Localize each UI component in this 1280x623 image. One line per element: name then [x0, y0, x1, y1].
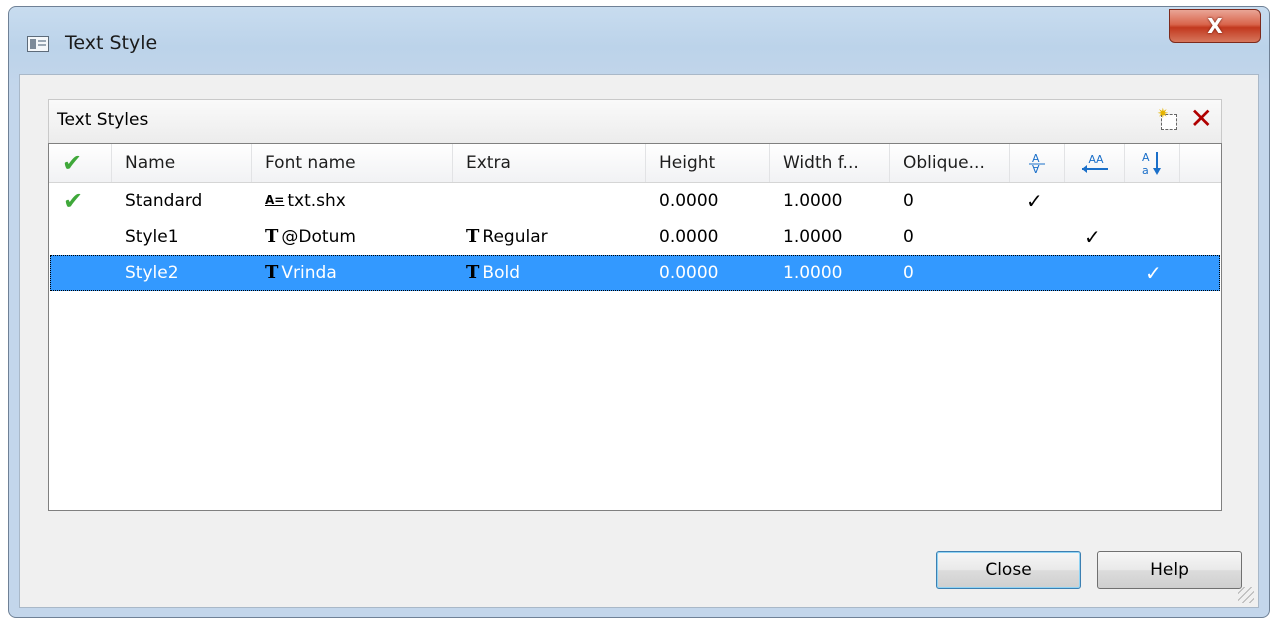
column-header-extra[interactable]: Extra — [453, 144, 646, 182]
cell-oblique: 0 — [903, 191, 914, 211]
cell-width-factor: 1.0000 — [783, 227, 843, 247]
upside-down-icon[interactable]: AA — [1010, 144, 1065, 182]
current-style-check-icon — [50, 255, 113, 291]
sparkle-icon: ✷ — [1157, 106, 1169, 122]
window-title: Text Style — [65, 32, 158, 54]
extra-text: Regular — [482, 227, 548, 247]
vertical-icon[interactable]: Aa — [1125, 144, 1180, 182]
cell-name: Standard — [125, 191, 203, 211]
cell-height: 0.0000 — [659, 191, 719, 211]
cell-font-name: T Vrinda — [252, 255, 337, 291]
cell-oblique: 0 — [903, 263, 914, 283]
column-header-height[interactable]: Height — [646, 144, 770, 182]
cell-height: 0.0000 — [659, 263, 719, 283]
font-name-text: @Dotum — [281, 227, 356, 247]
column-header-current[interactable]: ✔ — [49, 144, 112, 182]
cell-vertical-check[interactable]: ✓ — [1132, 255, 1162, 291]
svg-text:A: A — [1032, 162, 1040, 175]
cell-name: Style2 — [125, 263, 179, 283]
cell-oblique: 0 — [903, 227, 914, 247]
cell-backwards-check[interactable]: ✓ — [1071, 219, 1101, 255]
window-icon — [27, 36, 49, 52]
group-header: Text Styles ✷ ✕ — [48, 99, 1222, 143]
column-header-font-name[interactable]: Font name — [252, 144, 453, 182]
table-row[interactable]: ✔ Standard A= txt.shx 0.0000 1.0000 0 ✓ — [50, 183, 1220, 219]
new-style-icon[interactable]: ✷ — [1157, 106, 1183, 134]
help-button[interactable]: Help — [1097, 551, 1242, 589]
current-style-check-icon — [50, 219, 113, 255]
cell-vertical-check[interactable] — [1132, 183, 1145, 219]
cell-extra: T Regular — [453, 219, 548, 255]
font-name-text: txt.shx — [287, 191, 346, 211]
extra-text: Bold — [482, 263, 520, 283]
truetype-font-icon: T — [466, 226, 480, 247]
cell-width-factor: 1.0000 — [783, 191, 843, 211]
column-header-width-factor[interactable]: Width f... — [770, 144, 890, 182]
svg-text:a: a — [1142, 164, 1149, 176]
cell-name: Style1 — [125, 227, 179, 247]
cell-upside-down-check[interactable]: ✓ — [1013, 183, 1043, 219]
styles-table[interactable]: ✔ Name Font name Extra Height Width f...… — [48, 143, 1222, 511]
cell-upside-down-check[interactable] — [1013, 255, 1026, 291]
svg-text:A: A — [1096, 153, 1104, 166]
cell-upside-down-check[interactable] — [1013, 219, 1026, 255]
group-title: Text Styles — [57, 110, 149, 130]
cell-vertical-check[interactable] — [1132, 219, 1145, 255]
text-style-dialog: Text Style X Text Styles ✷ ✕ ✔ Name Font… — [8, 6, 1270, 618]
font-name-text: Vrinda — [281, 263, 337, 283]
table-header: ✔ Name Font name Extra Height Width f...… — [49, 144, 1221, 183]
truetype-font-icon: T — [466, 262, 480, 283]
cell-extra — [453, 183, 466, 219]
cell-extra: T Bold — [453, 255, 520, 291]
backwards-icon[interactable]: AA — [1065, 144, 1125, 182]
svg-text:A: A — [1088, 153, 1096, 166]
text-styles-group: Text Styles ✷ ✕ ✔ Name Font name Extra H… — [48, 99, 1222, 511]
cell-font-name: T @Dotum — [252, 219, 356, 255]
column-header-oblique[interactable]: Oblique... — [890, 144, 1010, 182]
resize-grip[interactable] — [1238, 587, 1254, 603]
cell-height: 0.0000 — [659, 227, 719, 247]
shx-font-icon: A= — [265, 193, 285, 207]
cell-width-factor: 1.0000 — [783, 263, 843, 283]
cell-font-name: A= txt.shx — [252, 183, 346, 219]
svg-text:A: A — [1142, 151, 1150, 164]
current-style-check-icon: ✔ — [63, 187, 84, 215]
dialog-client-area: Text Styles ✷ ✕ ✔ Name Font name Extra H… — [19, 74, 1259, 608]
column-header-name[interactable]: Name — [112, 144, 252, 182]
cell-backwards-check[interactable] — [1071, 183, 1084, 219]
truetype-font-icon: T — [265, 226, 279, 247]
table-row-selected[interactable]: Style2 T Vrinda T Bold 0.0000 1.0000 0 ✓ — [50, 255, 1220, 291]
delete-icon[interactable]: ✕ — [1190, 104, 1213, 134]
table-row[interactable]: Style1 T @Dotum T Regular 0.0000 1.0000 0 … — [50, 219, 1220, 255]
window-close-button[interactable]: X — [1169, 9, 1261, 43]
close-button[interactable]: Close — [936, 551, 1081, 589]
title-bar: Text Style X — [9, 7, 1269, 73]
truetype-font-icon: T — [265, 262, 279, 283]
cell-backwards-check[interactable] — [1071, 255, 1084, 291]
